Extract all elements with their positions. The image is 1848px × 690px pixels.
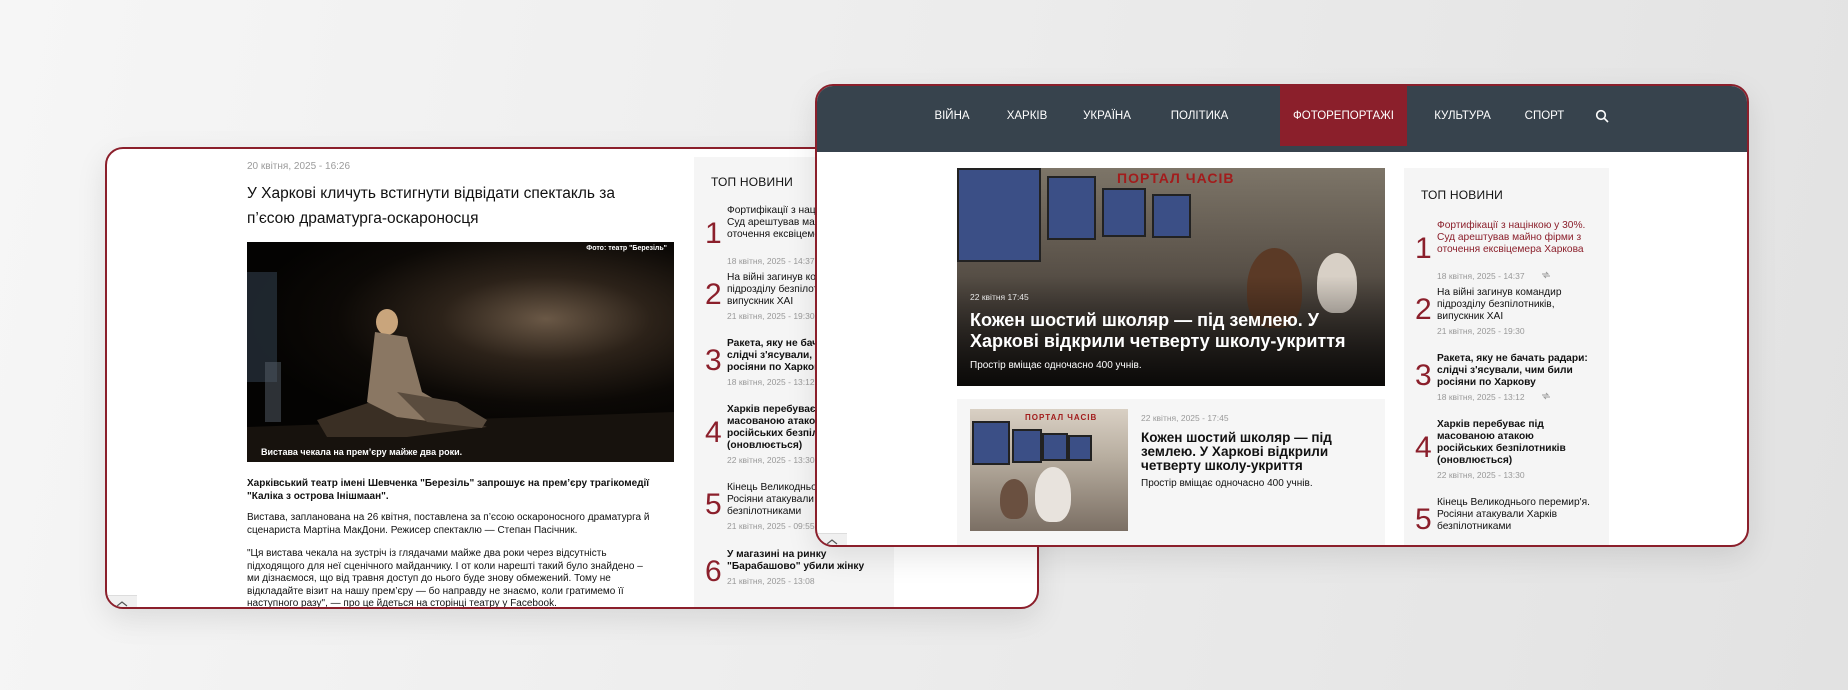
search-icon: [1595, 109, 1609, 123]
top-news-item[interactable]: 5 Кінець Великоднього перемир'я. Росіяни…: [1404, 497, 1604, 545]
hero-subtitle: Простір вміщає одночасно 400 учнів.: [970, 360, 1142, 371]
top-news-item[interactable]: 6 У магазині на ринку "Барабашово" убили…: [694, 549, 894, 607]
student-figure: [1000, 479, 1028, 519]
nav-item-war[interactable]: ВІЙНА: [922, 86, 982, 146]
photo-board: [1068, 435, 1092, 461]
photoreport-window: ВІЙНА ХАРКІВ УКРАЇНА ПОЛІТИКА ФОТОРЕПОРТ…: [815, 84, 1749, 547]
repost-icon: [1542, 271, 1550, 279]
hero-title[interactable]: Кожен шостий школяр — під землею. У Харк…: [970, 310, 1370, 352]
photo-board: [972, 421, 1010, 465]
top-news-number: 6: [705, 555, 722, 588]
story-card-subtitle: Простір вміщає одночасно 400 учнів.: [1141, 478, 1313, 489]
photo-board: [1152, 194, 1191, 238]
article-date: 20 квітня, 2025 - 16:26: [247, 161, 351, 172]
story-card-date: 22 квітня, 2025 - 17:45: [1141, 413, 1229, 423]
article-paragraph-2: "Ця вистава чекала на зустріч із глядача…: [247, 548, 643, 608]
top-news-item[interactable]: 1 Фортифікації з націнкою у 30%. Суд аре…: [1404, 220, 1604, 281]
story-card-image[interactable]: ПОРТАЛ ЧАСІВ: [970, 409, 1128, 531]
article-title: У Харкові кличуть встигнути відвідати сп…: [247, 185, 616, 227]
top-news-number: 5: [1415, 503, 1432, 536]
article-paragraph-1: Вистава, запланована на 26 квітня, поста…: [247, 512, 650, 536]
hero-story[interactable]: ПОРТАЛ ЧАСІВ 22 квітня 17:45 Кожен шости…: [957, 168, 1385, 386]
top-news-number: 2: [1415, 293, 1432, 326]
photo-caption: Вистава чекала на прем’єру майже два рок…: [261, 447, 463, 457]
classroom-sign: ПОРТАЛ ЧАСІВ: [1025, 413, 1098, 422]
top-news-number: 1: [1415, 232, 1432, 265]
student-figure: [1035, 467, 1071, 522]
top-news-date: 18 квітня, 2025 - 14:37: [727, 256, 815, 266]
top-news-date: 21 квітня, 2025 - 13:08: [727, 576, 815, 586]
photo-board: [1102, 188, 1146, 237]
nav-item-politics[interactable]: ПОЛІТИКА: [1157, 86, 1242, 146]
chevron-up-icon: [116, 601, 128, 607]
search-button[interactable]: [1587, 86, 1617, 146]
nav-item-sport[interactable]: СПОРТ: [1517, 86, 1572, 146]
article-photo: Фото: театр "Березіль" Вистава чекала на…: [247, 242, 674, 462]
photo-credit: Фото: театр "Березіль": [586, 245, 667, 252]
top-news-title[interactable]: Кінець Великоднього перемир'я. Росіяни а…: [1437, 497, 1592, 533]
top-news-title[interactable]: На війні загинув командир підрозділу без…: [1437, 287, 1592, 323]
top-news-title[interactable]: Фортифікації з націнкою у 30%. Суд арешт…: [1437, 220, 1592, 256]
top-news-title[interactable]: Харків перебуває під масованою атакою ро…: [1437, 419, 1592, 467]
top-news-heading: ТОП НОВИНИ: [1421, 188, 1504, 202]
top-news-item[interactable]: 2 На війні загинув командир підрозділу б…: [1404, 287, 1604, 347]
top-news-panel: ТОП НОВИНИ 1 Фортифікації з націнкою у 3…: [1404, 168, 1609, 545]
top-news-date: 18 квітня, 2025 - 14:37: [1437, 271, 1525, 281]
top-news-item[interactable]: 3 Ракета, яку не бачать радари: слідчі з…: [1404, 353, 1604, 413]
nav-item-ukraine[interactable]: УКРАЇНА: [1072, 86, 1142, 146]
main-navbar: ВІЙНА ХАРКІВ УКРАЇНА ПОЛІТИКА ФОТОРЕПОРТ…: [817, 86, 1747, 152]
nav-item-photoreports[interactable]: ФОТОРЕПОРТАЖІ: [1280, 86, 1407, 146]
classroom-sign: ПОРТАЛ ЧАСІВ: [1117, 170, 1235, 186]
nav-item-kharkiv[interactable]: ХАРКІВ: [997, 86, 1057, 146]
top-news-heading: ТОП НОВИНИ: [711, 175, 794, 189]
top-news-number: 3: [1415, 359, 1432, 392]
photo-board: [1012, 429, 1042, 463]
nav-item-culture[interactable]: КУЛЬТУРА: [1425, 86, 1500, 146]
top-news-date: 21 квітня, 2025 - 19:30: [727, 311, 815, 321]
repost-icon: [1542, 392, 1550, 400]
story-card[interactable]: ПОРТАЛ ЧАСІВ 22 квітня, 2025 - 17:45 Кож…: [957, 399, 1385, 545]
top-news-date: 22 квітня, 2025 - 13:30: [727, 455, 815, 465]
top-news-title[interactable]: У магазині на ринку "Барабашово" убили ж…: [727, 549, 882, 573]
top-news-number: 4: [1415, 431, 1432, 464]
top-news-date: 21 квітня, 2025 - 19:30: [1437, 326, 1525, 336]
hero-date: 22 квітня 17:45: [970, 292, 1029, 302]
top-news-title[interactable]: Ракета, яку не бачать радари: слідчі з'я…: [1437, 353, 1592, 389]
photo-board: [957, 168, 1041, 262]
top-news-number: 3: [705, 344, 722, 377]
scroll-up-button[interactable]: [107, 595, 137, 607]
theatre-scene-image: [247, 272, 674, 462]
top-news-date: 18 квітня, 2025 - 13:12: [727, 377, 815, 387]
article-lead: Харківський театр імені Шевченка "Березі…: [247, 478, 650, 502]
top-news-date: 21 квітня, 2025 - 09:55: [727, 521, 815, 531]
top-news-number: 2: [705, 278, 722, 311]
photo-board: [1047, 176, 1096, 240]
top-news-item[interactable]: 4 Харків перебуває під масованою атакою …: [1404, 419, 1604, 480]
top-news-date: 22 квітня, 2025 - 13:30: [1437, 470, 1525, 480]
story-card-title[interactable]: Кожен шостий школяр — під землею. У Харк…: [1141, 431, 1341, 473]
top-news-number: 4: [705, 416, 722, 449]
scroll-up-button[interactable]: [817, 533, 847, 545]
top-news-number: 5: [705, 488, 722, 521]
photo-board: [1042, 433, 1068, 461]
top-news-number: 1: [705, 217, 722, 250]
top-news-date: 18 квітня, 2025 - 13:12: [1437, 392, 1525, 402]
